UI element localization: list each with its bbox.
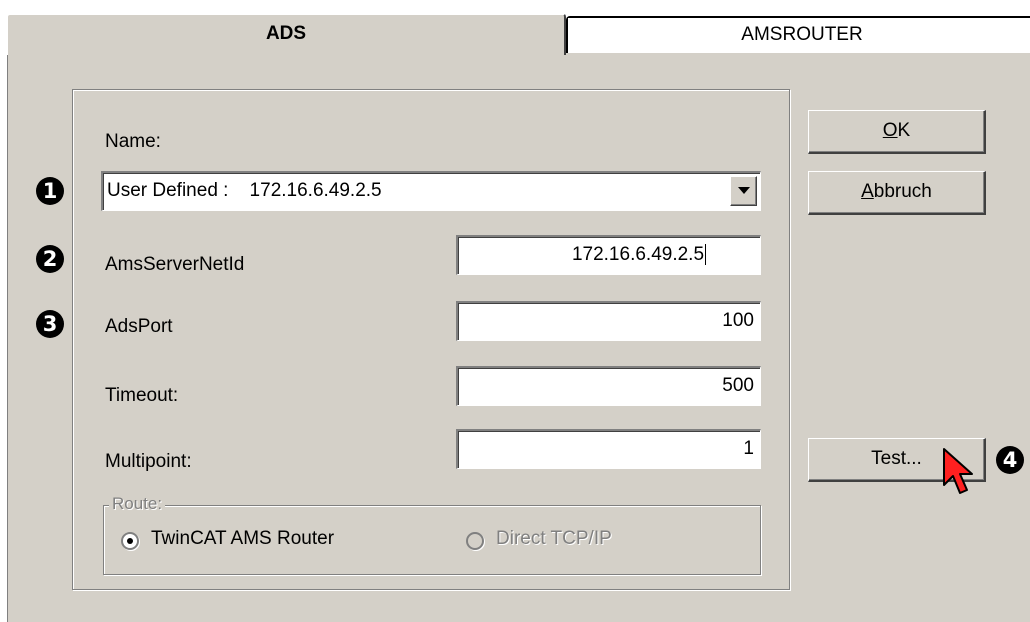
- ams-server-netid-value: 172.16.6.49.2.5: [571, 244, 705, 265]
- ams-server-netid-label: AmsServerNetId: [105, 254, 245, 275]
- ads-port-label: AdsPort: [105, 316, 173, 337]
- name-label: Name:: [105, 131, 161, 152]
- ams-server-netid-input[interactable]: 172.16.6.49.2.5​: [456, 235, 761, 275]
- timeout-label: Timeout:: [105, 385, 179, 406]
- tab-amsrouter[interactable]: AMSROUTER: [566, 16, 1030, 53]
- name-combobox-value: User Defined : 172.16.6.49.2.5: [107, 180, 382, 201]
- mouse-pointer-icon: [943, 448, 973, 494]
- tab-ads[interactable]: ADS: [6, 13, 566, 55]
- test-button-label: Test...: [871, 448, 922, 469]
- tab-amsrouter-label: AMSROUTER: [741, 24, 863, 45]
- text-caret: ​: [705, 244, 707, 265]
- marker-2: 2: [36, 245, 64, 273]
- name-combobox[interactable]: User Defined : 172.16.6.49.2.5: [101, 171, 761, 211]
- marker-3: 3: [36, 310, 64, 338]
- radio-twincat-ams-router[interactable]: [121, 532, 139, 550]
- route-legend: Route:: [109, 494, 166, 514]
- radio-twincat-ams-router-label[interactable]: TwinCAT AMS Router: [151, 528, 334, 550]
- ads-port-input[interactable]: 100: [456, 301, 761, 341]
- radio-direct-tcpip[interactable]: [466, 532, 484, 550]
- multipoint-label: Multipoint:: [105, 451, 192, 472]
- radio-direct-tcpip-label[interactable]: Direct TCP/IP: [496, 528, 612, 550]
- marker-1: 1: [36, 177, 64, 205]
- cancel-button-label: Abbruch: [861, 181, 932, 202]
- dropdown-button[interactable]: [730, 176, 757, 206]
- timeout-input[interactable]: 500: [456, 366, 761, 406]
- multipoint-input[interactable]: 1: [456, 429, 761, 469]
- chevron-down-icon: [738, 187, 750, 194]
- cancel-button[interactable]: Abbruch: [808, 171, 986, 215]
- marker-4: 4: [996, 446, 1024, 474]
- ok-button-label: OK: [882, 120, 911, 141]
- ok-button[interactable]: OK: [808, 110, 986, 154]
